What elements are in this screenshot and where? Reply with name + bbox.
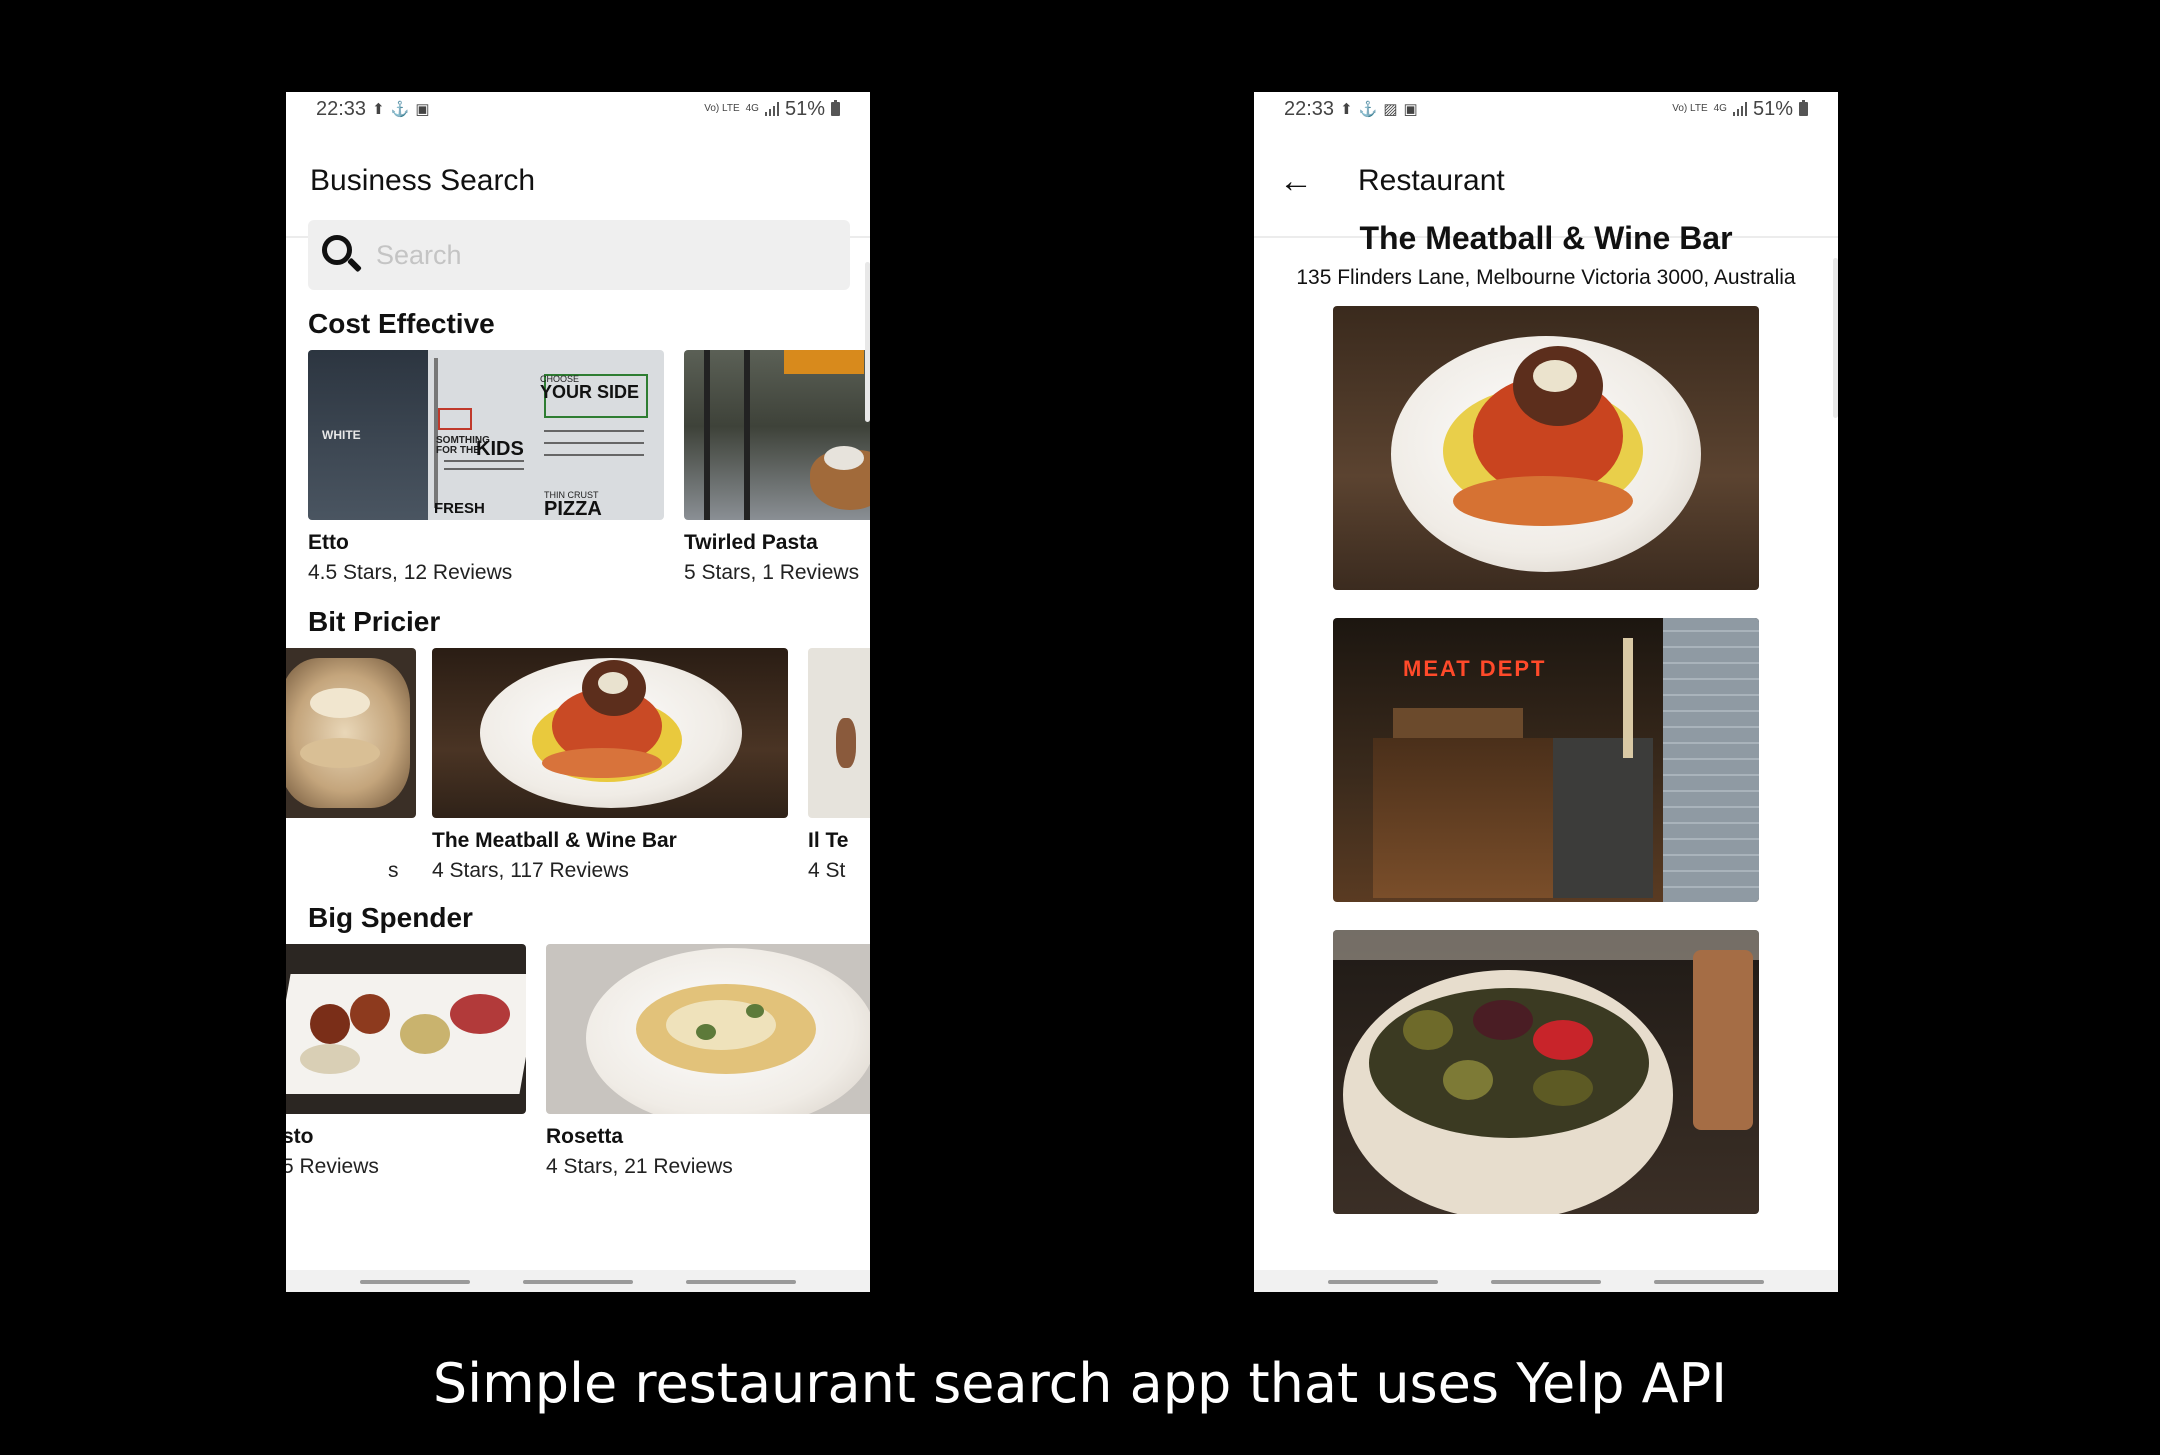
navigation-bar (1254, 1270, 1838, 1292)
section-title-big-spender: Big Spender (308, 902, 473, 933)
nav-home-button[interactable] (1491, 1280, 1601, 1284)
status-time: 22:33 (1284, 97, 1335, 120)
volte-icon: Vo) LTE (1672, 103, 1708, 114)
business-search-screen: 22:33 ⬆ ⚓ ▣ Vo) LTE 4G 51% Business Sear… (286, 92, 870, 1292)
business-name: The Meatball & Wine Bar (432, 829, 677, 852)
status-bar: 22:33 ⬆ ⚓ ▨ ▣ Vo) LTE 4G 51% (1254, 92, 1838, 126)
business-name: Etto (308, 531, 349, 554)
navigation-bar (286, 1270, 870, 1292)
navigation-icon: ⬆ (372, 100, 385, 118)
nav-recents-button[interactable] (360, 1280, 470, 1284)
nav-back-button[interactable] (686, 1280, 796, 1284)
page-title: Business Search (310, 164, 536, 197)
menu-text-side: YOUR SIDE (540, 382, 640, 402)
business-card-partial-left[interactable]: s (286, 648, 416, 882)
restaurant-photo (1333, 930, 1759, 1214)
restaurant-detail-screen: 22:33 ⬆ ⚓ ▨ ▣ Vo) LTE 4G 51% ← Restauran… (1254, 92, 1838, 1292)
restaurant-address: 135 Flinders Lane, Melbourne Victoria 30… (1296, 266, 1796, 289)
navigation-icon: ⬆ (1340, 100, 1353, 118)
restaurant-photo (1333, 306, 1759, 590)
business-card-rosetta[interactable]: Rosetta 4 Stars, 21 Reviews (546, 944, 870, 1178)
menu-text-fresh: FRESH (434, 500, 485, 517)
section-title-bit-pricier: Bit Pricier (308, 606, 441, 637)
usb-icon: ⚓ (390, 100, 410, 118)
business-card-meatball-wine-bar[interactable]: The Meatball & Wine Bar 4 Stars, 117 Rev… (432, 648, 788, 882)
wifi-calling-icon: ▣ (1403, 100, 1418, 118)
slide-caption: Simple restaurant search app that uses Y… (432, 1352, 1728, 1415)
battery-percent: 51% (1752, 97, 1793, 120)
business-name: Rosetta (546, 1125, 624, 1148)
business-rating: 4 Stars, 21 Reviews (546, 1155, 733, 1178)
business-rating: 4 St (808, 859, 846, 882)
business-photo (286, 944, 526, 1114)
business-photo (546, 944, 870, 1114)
arrow-left-icon[interactable]: ← (1276, 161, 1316, 201)
menu-text-kids: KIDS (476, 438, 524, 460)
business-photo (432, 648, 788, 818)
business-photo (684, 350, 870, 520)
business-photo: WHITE SOMTHING FOR THE KIDS FRESH CHOOSE… (308, 350, 664, 520)
image-icon: ▨ (1383, 100, 1398, 118)
business-name: Twirled Pasta (684, 531, 818, 554)
business-name: Il Te (808, 829, 849, 852)
battery-icon (831, 100, 840, 116)
business-photo (286, 648, 416, 818)
battery-icon (1799, 100, 1808, 116)
scrollbar[interactable] (1833, 258, 1838, 418)
nav-home-button[interactable] (523, 1280, 633, 1284)
business-rating: s (388, 859, 399, 882)
section-title-cost-effective: Cost Effective (308, 308, 495, 339)
battery-percent: 51% (784, 97, 825, 120)
usb-icon: ⚓ (1358, 100, 1378, 118)
business-card-partial-sto[interactable]: sto 5 Reviews (286, 944, 526, 1178)
search-icon (320, 233, 364, 277)
network-type: 4G (745, 103, 759, 114)
business-photo (808, 648, 870, 818)
business-rating: 4 Stars, 117 Reviews (432, 859, 629, 882)
business-card-twirled-pasta[interactable]: Twirled Pasta 5 Stars, 1 Reviews (684, 350, 870, 584)
scrollbar[interactable] (865, 262, 870, 422)
page-title: Restaurant (1358, 164, 1505, 197)
business-name: sto (286, 1125, 314, 1148)
nav-recents-button[interactable] (1328, 1280, 1438, 1284)
status-time: 22:33 (316, 97, 367, 120)
business-rating: 5 Reviews (286, 1155, 379, 1178)
signal-icon (764, 102, 779, 116)
signal-icon (1732, 102, 1747, 116)
menu-text-pizza: PIZZA (544, 498, 602, 520)
business-rating: 4.5 Stars, 12 Reviews (308, 561, 513, 584)
restaurant-name: The Meatball & Wine Bar (1359, 220, 1733, 256)
business-card-etto[interactable]: WHITE SOMTHING FOR THE KIDS FRESH CHOOSE… (308, 350, 664, 584)
search-bar[interactable] (308, 220, 850, 290)
restaurant-photo: MEAT DEPT (1333, 618, 1759, 902)
menu-text-white: WHITE (322, 428, 361, 442)
neon-sign: MEAT DEPT (1403, 656, 1547, 681)
volte-icon: Vo) LTE (704, 103, 740, 114)
business-card-il-te[interactable]: Il Te 4 St (808, 648, 870, 882)
wifi-calling-icon: ▣ (415, 100, 430, 118)
nav-back-button[interactable] (1654, 1280, 1764, 1284)
status-bar: 22:33 ⬆ ⚓ ▣ Vo) LTE 4G 51% (286, 92, 870, 126)
search-input[interactable] (376, 239, 816, 271)
network-type: 4G (1713, 103, 1727, 114)
business-rating: 5 Stars, 1 Reviews (684, 561, 860, 584)
